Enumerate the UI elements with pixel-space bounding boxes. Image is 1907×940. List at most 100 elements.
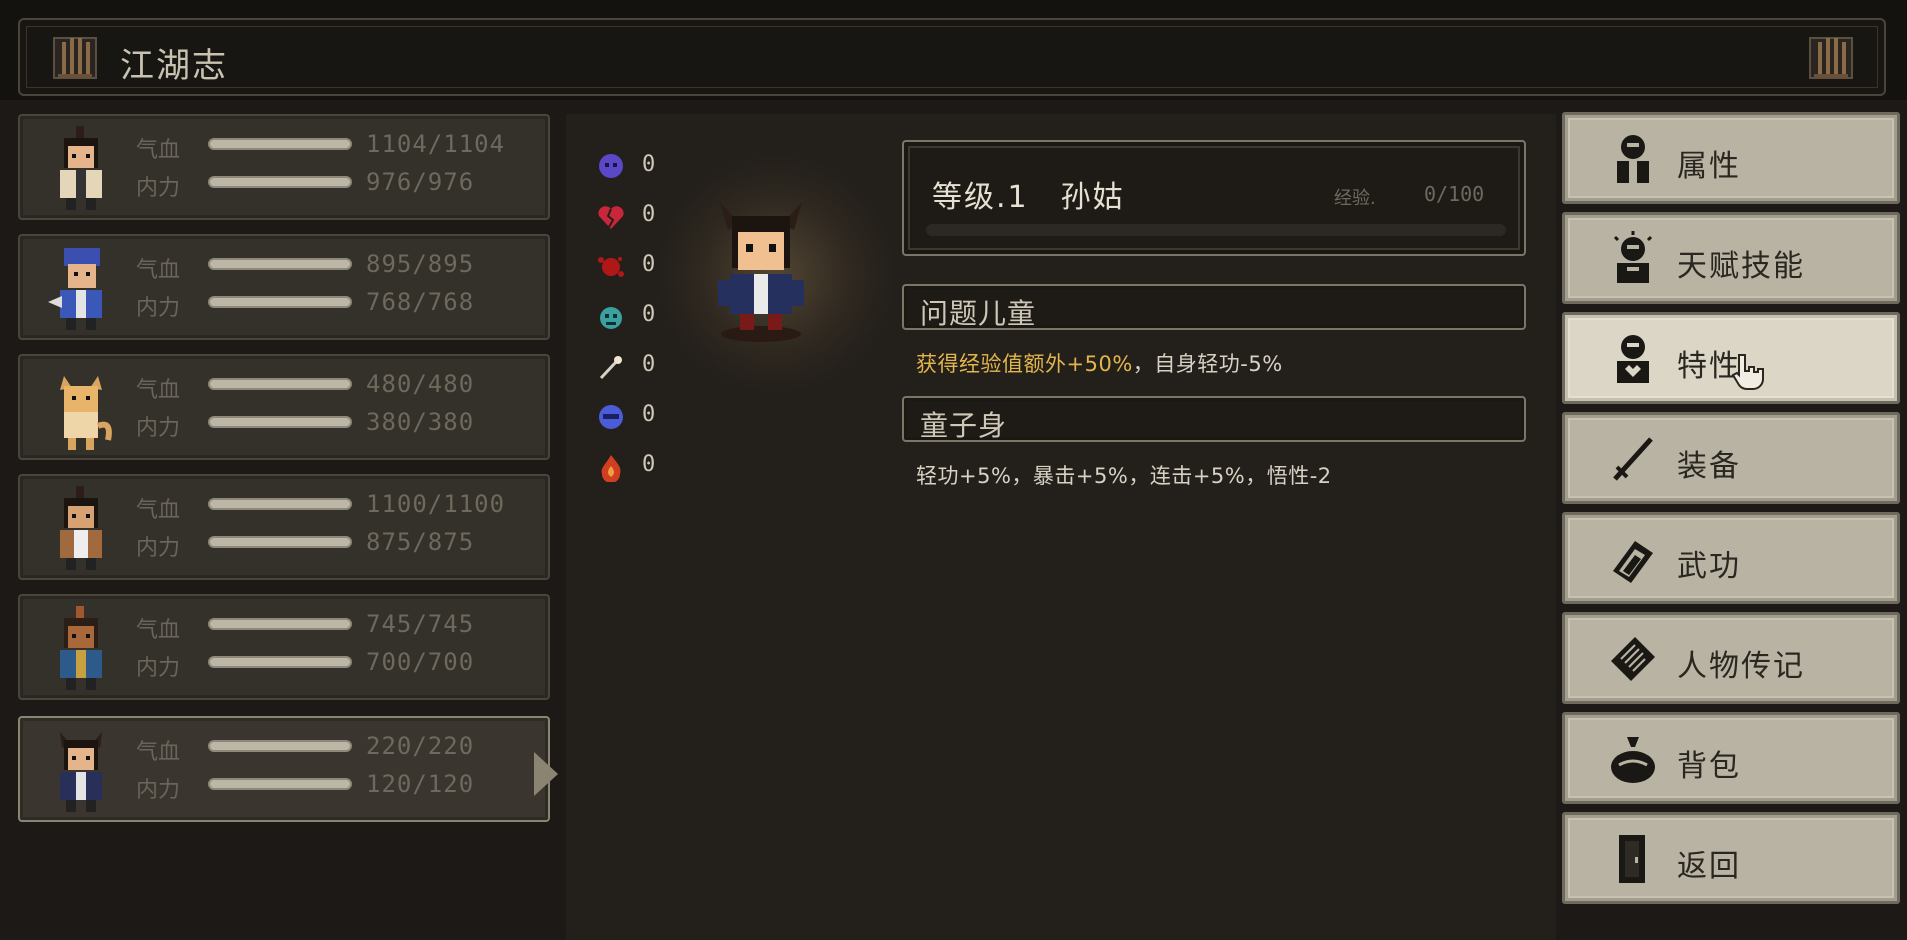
hp-label: 气血 <box>136 378 181 403</box>
party-member-card[interactable]: 气血 895/895 内力 768/768 <box>18 234 550 340</box>
party-member-card[interactable]: 气血 1100/1100 内力 875/875 <box>18 474 550 580</box>
resource-value: 0 <box>642 252 656 277</box>
resource-value: 0 <box>642 402 656 427</box>
selection-arrow-icon <box>534 752 558 796</box>
mp-bar <box>208 778 352 790</box>
resource-value: 0 <box>642 202 656 227</box>
resource-row: 0 <box>596 148 676 188</box>
resource-row: 0 <box>596 348 676 388</box>
hp-value: 480/480 <box>366 370 475 398</box>
hp-bar <box>208 498 352 510</box>
hp-value: 745/745 <box>366 610 475 638</box>
menu-button-attributes[interactable]: 属性 <box>1562 112 1900 204</box>
trait-effect-text: 轻功+5%，暴击+5%，连击+5%，悟性-2 <box>916 464 1332 488</box>
exp-label: 经验. <box>1334 188 1376 209</box>
mp-bar <box>208 416 352 428</box>
hp-value: 1104/1104 <box>366 130 506 158</box>
resource-value: 0 <box>642 302 656 327</box>
skull-icon <box>599 154 623 178</box>
mp-label: 内力 <box>136 778 181 803</box>
person-icon <box>1617 135 1649 183</box>
hp-value: 220/220 <box>366 732 475 760</box>
mp-value: 120/120 <box>366 770 475 798</box>
character-portrait-icon <box>60 486 102 570</box>
resource-value: 0 <box>642 152 656 177</box>
trait-icon <box>1617 335 1649 383</box>
menu-label: 武功 <box>1677 549 1741 584</box>
menu-label: 属性 <box>1677 149 1741 184</box>
mp-label: 内力 <box>136 536 181 561</box>
level-box: 等级.1 孙姑 经验. 0/100 <box>902 140 1526 256</box>
mp-bar <box>208 296 352 308</box>
party-member-card-selected[interactable]: 气血 220/220 内力 120/120 <box>18 716 550 822</box>
mp-value: 875/875 <box>366 528 475 556</box>
mp-label: 内力 <box>136 176 181 201</box>
trait-description: 获得经验值额外+50%，自身轻功-5% <box>916 348 1283 378</box>
door-icon <box>1619 835 1645 883</box>
mp-bar <box>208 176 352 188</box>
trait-header: 童子身 <box>902 396 1526 442</box>
emblem-icon <box>53 37 97 79</box>
menu-label: 背包 <box>1677 749 1741 784</box>
menu-label: 天赋技能 <box>1677 249 1805 284</box>
hp-label: 气血 <box>136 258 181 283</box>
character-portrait-icon <box>60 732 102 812</box>
resource-value: 0 <box>642 352 656 377</box>
menu-button-bag[interactable]: 背包 <box>1562 712 1900 804</box>
trait-name: 问题儿童 <box>920 297 1037 330</box>
hp-label: 气血 <box>136 498 181 523</box>
trait-header: 问题儿童 <box>902 284 1526 330</box>
hp-label: 气血 <box>136 618 181 643</box>
hero-sprite <box>718 202 804 342</box>
hp-bar <box>208 740 352 752</box>
hp-bar <box>208 258 352 270</box>
book-icon <box>1613 541 1653 583</box>
hp-value: 1100/1100 <box>366 490 506 518</box>
hp-bar <box>208 138 352 150</box>
character-portrait-icon <box>60 126 102 210</box>
trait-name: 童子身 <box>920 409 1008 442</box>
exp-value: 0/100 <box>1424 182 1485 206</box>
mp-value: 700/700 <box>366 648 475 676</box>
character-portrait-icon <box>60 606 102 690</box>
flame-icon <box>601 455 621 482</box>
hp-value: 895/895 <box>366 250 475 278</box>
menu-button-equipment[interactable]: 装备 <box>1562 412 1900 504</box>
character-portrait-icon <box>60 376 112 450</box>
party-member-card[interactable]: 气血 745/745 内力 700/700 <box>18 594 550 700</box>
talent-icon <box>1613 231 1653 283</box>
menu-button-talents[interactable]: 天赋技能 <box>1562 212 1900 304</box>
sword-icon <box>1613 437 1653 481</box>
menu-button-martial-arts[interactable]: 武功 <box>1562 512 1900 604</box>
character-portrait-icon <box>48 248 102 330</box>
menu-label: 装备 <box>1677 449 1741 484</box>
character-detail-panel: 0 0 0 0 0 0 0 等级.1 孙姑 经验. 0/100 问题儿童 获得经… <box>566 114 1556 940</box>
hp-bar <box>208 378 352 390</box>
mp-value: 768/768 <box>366 288 475 316</box>
party-member-card[interactable]: 气血 480/480 内力 380/380 <box>18 354 550 460</box>
page-title: 江湖志 <box>120 46 228 86</box>
bag-icon <box>1611 737 1655 783</box>
menu-button-back[interactable]: 返回 <box>1562 812 1900 904</box>
wand-icon <box>599 356 622 380</box>
mask-icon <box>599 405 623 429</box>
mp-label: 内力 <box>136 296 181 321</box>
broken-heart-icon <box>598 206 624 229</box>
menu-label: 人物传记 <box>1677 649 1805 684</box>
hp-label: 气血 <box>136 138 181 163</box>
hp-bar <box>208 618 352 630</box>
title-frame-inner <box>26 26 1878 88</box>
hp-label: 气血 <box>136 740 181 765</box>
scroll-icon <box>1611 637 1655 681</box>
level-name: 等级.1 孙姑 <box>932 180 1125 215</box>
resource-value: 0 <box>642 452 656 477</box>
trait-bonus-text: 获得经验值额外+50% <box>916 352 1133 376</box>
menu-button-biography[interactable]: 人物传记 <box>1562 612 1900 704</box>
emblem-icon <box>1809 37 1853 79</box>
party-member-card[interactable]: 气血 1104/1104 内力 976/976 <box>18 114 550 220</box>
mp-bar <box>208 656 352 668</box>
mp-value: 976/976 <box>366 168 475 196</box>
trait-penalty-text: ，自身轻功-5% <box>1132 352 1283 376</box>
menu-button-traits[interactable]: 特性 <box>1562 312 1900 404</box>
pointer-hand-icon <box>1731 354 1764 390</box>
